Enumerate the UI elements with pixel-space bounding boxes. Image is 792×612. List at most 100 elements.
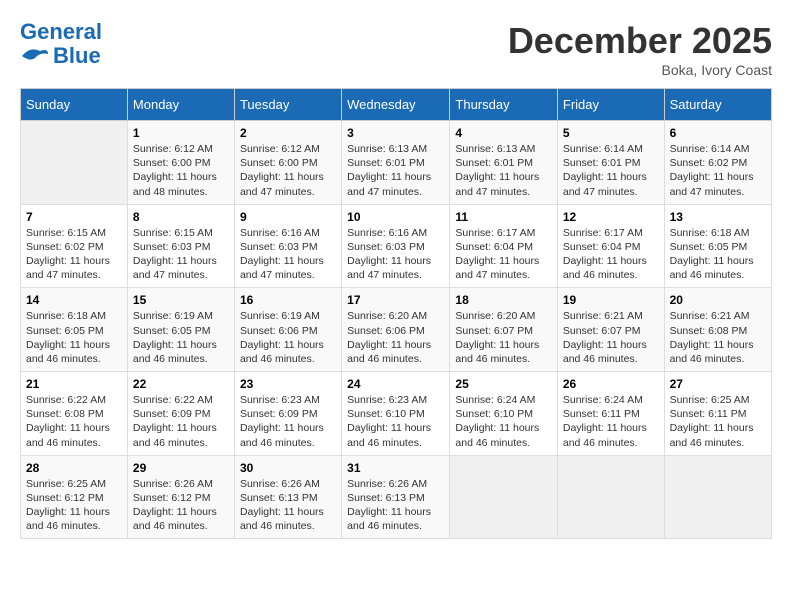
day-info: Sunrise: 6:26 AMSunset: 6:12 PMDaylight:… xyxy=(133,477,229,534)
day-header-wednesday: Wednesday xyxy=(342,89,450,121)
day-number: 30 xyxy=(240,461,336,475)
day-info: Sunrise: 6:14 AMSunset: 6:01 PMDaylight:… xyxy=(563,142,659,199)
day-number: 9 xyxy=(240,210,336,224)
day-info: Sunrise: 6:23 AMSunset: 6:09 PMDaylight:… xyxy=(240,393,336,450)
day-info: Sunrise: 6:14 AMSunset: 6:02 PMDaylight:… xyxy=(670,142,766,199)
calendar-cell xyxy=(21,121,128,205)
calendar-cell: 23 Sunrise: 6:23 AMSunset: 6:09 PMDayligh… xyxy=(234,372,341,456)
day-info: Sunrise: 6:16 AMSunset: 6:03 PMDaylight:… xyxy=(347,226,444,283)
day-info: Sunrise: 6:17 AMSunset: 6:04 PMDaylight:… xyxy=(563,226,659,283)
day-number: 28 xyxy=(26,461,122,475)
day-info: Sunrise: 6:21 AMSunset: 6:07 PMDaylight:… xyxy=(563,309,659,366)
day-info: Sunrise: 6:25 AMSunset: 6:11 PMDaylight:… xyxy=(670,393,766,450)
day-info: Sunrise: 6:17 AMSunset: 6:04 PMDaylight:… xyxy=(455,226,551,283)
day-number: 12 xyxy=(563,210,659,224)
day-number: 29 xyxy=(133,461,229,475)
calendar-cell: 11Sunrise: 6:17 AMSunset: 6:04 PMDayligh… xyxy=(450,204,557,288)
calendar-cell xyxy=(450,455,557,539)
day-info: Sunrise: 6:25 AMSunset: 6:12 PMDaylight:… xyxy=(26,477,122,534)
day-info: Sunrise: 6:21 AMSunset: 6:08 PMDaylight:… xyxy=(670,309,766,366)
day-info: Sunrise: 6:23 AMSunset: 6:10 PMDaylight:… xyxy=(347,393,444,450)
calendar-cell: 18 Sunrise: 6:20 AMSunset: 6:07 PMDayligh… xyxy=(450,288,557,372)
day-number: 21 xyxy=(26,377,122,391)
day-number: 20 xyxy=(670,293,766,307)
day-number: 23 xyxy=(240,377,336,391)
day-number: 19 xyxy=(563,293,659,307)
day-info: Sunrise: 6:19 AMSunset: 6:06 PMDaylight:… xyxy=(240,309,336,366)
calendar-cell: 24Sunrise: 6:23 AMSunset: 6:10 PMDayligh… xyxy=(342,372,450,456)
calendar-cell: 2 Sunrise: 6:12 AMSunset: 6:00 PMDaylight… xyxy=(234,121,341,205)
day-header-sunday: Sunday xyxy=(21,89,128,121)
calendar-cell: 8 Sunrise: 6:15 AMSunset: 6:03 PMDaylight… xyxy=(127,204,234,288)
calendar-cell: 21 Sunrise: 6:22 AMSunset: 6:08 PMDayligh… xyxy=(21,372,128,456)
day-number: 17 xyxy=(347,293,444,307)
calendar-cell: 29 Sunrise: 6:26 AMSunset: 6:12 PMDayligh… xyxy=(127,455,234,539)
day-number: 13 xyxy=(670,210,766,224)
day-info: Sunrise: 6:19 AMSunset: 6:05 PMDaylight:… xyxy=(133,309,229,366)
location: Boka, Ivory Coast xyxy=(508,62,772,78)
day-number: 14 xyxy=(26,293,122,307)
day-number: 10 xyxy=(347,210,444,224)
calendar-cell: 10 Sunrise: 6:16 AMSunset: 6:03 PMDayligh… xyxy=(342,204,450,288)
calendar-cell: 25Sunrise: 6:24 AMSunset: 6:10 PMDayligh… xyxy=(450,372,557,456)
calendar-cell: 19 Sunrise: 6:21 AMSunset: 6:07 PMDayligh… xyxy=(557,288,664,372)
day-number: 7 xyxy=(26,210,122,224)
week-row-4: 21 Sunrise: 6:22 AMSunset: 6:08 PMDayligh… xyxy=(21,372,772,456)
calendar-cell: 1Sunrise: 6:12 AMSunset: 6:00 PMDaylight… xyxy=(127,121,234,205)
day-info: Sunrise: 6:26 AMSunset: 6:13 PMDaylight:… xyxy=(347,477,444,534)
day-number: 8 xyxy=(133,210,229,224)
calendar-table: SundayMondayTuesdayWednesdayThursdayFrid… xyxy=(20,88,772,539)
month-title: December 2025 xyxy=(508,20,772,62)
day-info: Sunrise: 6:20 AMSunset: 6:07 PMDaylight:… xyxy=(455,309,551,366)
day-header-monday: Monday xyxy=(127,89,234,121)
calendar-cell: 30 Sunrise: 6:26 AMSunset: 6:13 PMDayligh… xyxy=(234,455,341,539)
calendar-cell: 9 Sunrise: 6:16 AMSunset: 6:03 PMDaylight… xyxy=(234,204,341,288)
day-header-tuesday: Tuesday xyxy=(234,89,341,121)
calendar-cell: 6 Sunrise: 6:14 AMSunset: 6:02 PMDaylight… xyxy=(664,121,771,205)
calendar-cell: 31Sunrise: 6:26 AMSunset: 6:13 PMDayligh… xyxy=(342,455,450,539)
day-number: 26 xyxy=(563,377,659,391)
logo-text: General xyxy=(20,20,102,44)
day-info: Sunrise: 6:18 AMSunset: 6:05 PMDaylight:… xyxy=(26,309,122,366)
week-row-3: 14 Sunrise: 6:18 AMSunset: 6:05 PMDayligh… xyxy=(21,288,772,372)
calendar-cell: 4 Sunrise: 6:13 AMSunset: 6:01 PMDaylight… xyxy=(450,121,557,205)
day-number: 18 xyxy=(455,293,551,307)
week-row-2: 7 Sunrise: 6:15 AMSunset: 6:02 PMDaylight… xyxy=(21,204,772,288)
day-info: Sunrise: 6:24 AMSunset: 6:11 PMDaylight:… xyxy=(563,393,659,450)
calendar-cell xyxy=(557,455,664,539)
day-info: Sunrise: 6:16 AMSunset: 6:03 PMDaylight:… xyxy=(240,226,336,283)
day-number: 27 xyxy=(670,377,766,391)
day-number: 1 xyxy=(133,126,229,140)
day-number: 22 xyxy=(133,377,229,391)
header-row: SundayMondayTuesdayWednesdayThursdayFrid… xyxy=(21,89,772,121)
day-number: 2 xyxy=(240,126,336,140)
day-number: 15 xyxy=(133,293,229,307)
day-number: 4 xyxy=(455,126,551,140)
day-info: Sunrise: 6:13 AMSunset: 6:01 PMDaylight:… xyxy=(455,142,551,199)
day-header-friday: Friday xyxy=(557,89,664,121)
calendar-cell: 16 Sunrise: 6:19 AMSunset: 6:06 PMDayligh… xyxy=(234,288,341,372)
calendar-cell: 15 Sunrise: 6:19 AMSunset: 6:05 PMDayligh… xyxy=(127,288,234,372)
day-header-thursday: Thursday xyxy=(450,89,557,121)
calendar-cell: 12 Sunrise: 6:17 AMSunset: 6:04 PMDayligh… xyxy=(557,204,664,288)
day-info: Sunrise: 6:15 AMSunset: 6:02 PMDaylight:… xyxy=(26,226,122,283)
calendar-cell: 7 Sunrise: 6:15 AMSunset: 6:02 PMDaylight… xyxy=(21,204,128,288)
calendar-cell: 28 Sunrise: 6:25 AMSunset: 6:12 PMDayligh… xyxy=(21,455,128,539)
day-info: Sunrise: 6:26 AMSunset: 6:13 PMDaylight:… xyxy=(240,477,336,534)
day-info: Sunrise: 6:12 AMSunset: 6:00 PMDaylight:… xyxy=(240,142,336,199)
calendar-cell: 3 Sunrise: 6:13 AMSunset: 6:01 PMDaylight… xyxy=(342,121,450,205)
day-info: Sunrise: 6:24 AMSunset: 6:10 PMDaylight:… xyxy=(455,393,551,450)
day-number: 6 xyxy=(670,126,766,140)
calendar-cell: 13 Sunrise: 6:18 AMSunset: 6:05 PMDayligh… xyxy=(664,204,771,288)
day-info: Sunrise: 6:13 AMSunset: 6:01 PMDaylight:… xyxy=(347,142,444,199)
day-number: 3 xyxy=(347,126,444,140)
calendar-cell: 5Sunrise: 6:14 AMSunset: 6:01 PMDaylight… xyxy=(557,121,664,205)
day-info: Sunrise: 6:15 AMSunset: 6:03 PMDaylight:… xyxy=(133,226,229,283)
calendar-cell: 20 Sunrise: 6:21 AMSunset: 6:08 PMDayligh… xyxy=(664,288,771,372)
calendar-cell: 26 Sunrise: 6:24 AMSunset: 6:11 PMDayligh… xyxy=(557,372,664,456)
day-number: 16 xyxy=(240,293,336,307)
day-info: Sunrise: 6:22 AMSunset: 6:08 PMDaylight:… xyxy=(26,393,122,450)
day-header-saturday: Saturday xyxy=(664,89,771,121)
day-info: Sunrise: 6:18 AMSunset: 6:05 PMDaylight:… xyxy=(670,226,766,283)
calendar-cell: 14 Sunrise: 6:18 AMSunset: 6:05 PMDayligh… xyxy=(21,288,128,372)
